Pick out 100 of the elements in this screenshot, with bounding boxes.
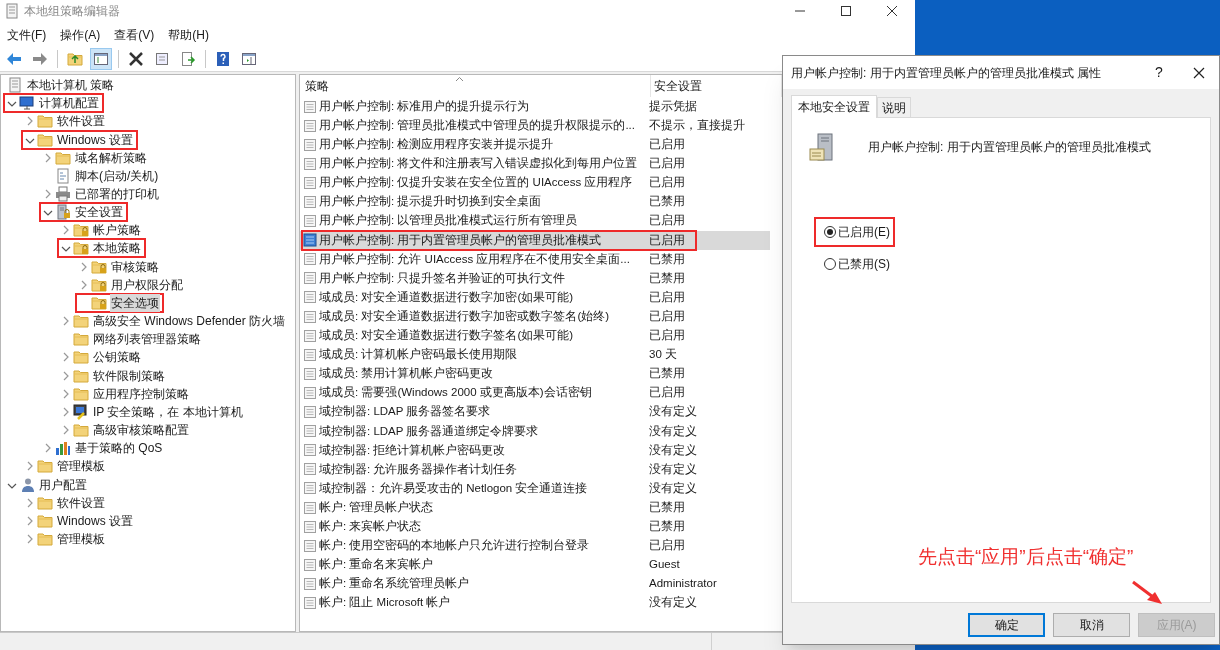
table-cell-text: 不提示，直接提升 bbox=[648, 118, 745, 133]
menu-item[interactable]: 帮助(H) bbox=[161, 24, 216, 46]
table-cell-text: Guest bbox=[648, 557, 680, 573]
help-icon[interactable] bbox=[215, 50, 231, 67]
tree-item[interactable]: 计算机配置 bbox=[38, 94, 100, 113]
folder-icon bbox=[37, 458, 53, 475]
tree-item[interactable]: 应用程序控制策略 bbox=[92, 384, 190, 403]
tab[interactable]: 说明 bbox=[877, 97, 911, 117]
close-icon[interactable] bbox=[1192, 65, 1206, 80]
tree-item[interactable]: Windows 设置 bbox=[56, 130, 134, 149]
table-cell-text: 用户帐户控制: 只提升签名并验证的可执行文件 bbox=[318, 270, 567, 286]
tree-item[interactable]: 安全设置 bbox=[74, 203, 124, 222]
tree-item[interactable]: 域名解析策略 bbox=[74, 148, 148, 167]
folder-icon bbox=[37, 113, 53, 130]
tree-item[interactable]: 用户权限分配 bbox=[110, 275, 184, 294]
tree-item[interactable]: 脚本(启动/关机) bbox=[74, 166, 160, 185]
policy-icon bbox=[303, 538, 317, 553]
table-cell-text: 已禁用 bbox=[648, 270, 685, 286]
tree-item[interactable]: 公钥策略 bbox=[92, 348, 142, 367]
action-pane-icon[interactable] bbox=[241, 50, 257, 67]
properties-icon[interactable] bbox=[154, 50, 170, 67]
folder-icon bbox=[73, 385, 89, 402]
policy-icon bbox=[303, 156, 317, 171]
tree-item[interactable]: 审核策略 bbox=[110, 257, 160, 276]
bar-chart-icon bbox=[55, 440, 71, 457]
radio-button[interactable]: 已禁用(S) bbox=[824, 255, 890, 273]
table-cell-text: 用户帐户控制: 以管理员批准模式运行所有管理员 bbox=[318, 213, 579, 229]
tree-item[interactable]: 高级安全 Windows Defender 防火墙 bbox=[92, 312, 287, 331]
policy-icon bbox=[303, 424, 317, 439]
tree-item[interactable]: 网络列表管理器策略 bbox=[92, 330, 202, 349]
table-cell-text: 域成员: 禁用计算机帐户密码更改 bbox=[318, 366, 495, 382]
folder-icon bbox=[73, 367, 89, 384]
locked-folder-icon bbox=[91, 294, 107, 311]
tree-item[interactable]: 用户配置 bbox=[38, 475, 88, 494]
scroll-icon bbox=[7, 77, 23, 94]
policy-icon bbox=[303, 118, 317, 133]
tree-item[interactable]: 本地计算机 策略 bbox=[26, 76, 116, 95]
table-cell-text: 用户帐户控制: 检测应用程序安装并提示提升 bbox=[318, 137, 555, 153]
policy-icon bbox=[303, 462, 317, 477]
policy-name: 用户帐户控制: 用于内置管理员帐户的管理员批准模式 bbox=[868, 139, 1151, 156]
policy-icon bbox=[303, 385, 317, 400]
tree-item[interactable]: 本地策略 bbox=[92, 239, 142, 258]
maximize-icon[interactable] bbox=[838, 3, 854, 19]
menu-item[interactable]: 操作(A) bbox=[53, 24, 108, 46]
export-list-icon[interactable] bbox=[180, 50, 196, 67]
policy-icon bbox=[303, 214, 317, 229]
table-cell-text: 帐户: 重命名来宾帐户 bbox=[318, 557, 435, 573]
tree-item[interactable]: IP 安全策略，在 本地计算机 bbox=[92, 402, 244, 421]
menu-item[interactable]: 文件(F) bbox=[0, 24, 54, 46]
tree-item[interactable]: 已部署的打印机 bbox=[74, 185, 160, 203]
sort-up-icon[interactable] bbox=[455, 76, 464, 82]
table-cell-text: 用户帐户控制: 标准用户的提升提示行为 bbox=[318, 98, 531, 114]
forward-arrow-icon[interactable] bbox=[32, 50, 48, 67]
table-cell-text: 用户帐户控制: 将文件和注册表写入错误虚拟化到每用户位置 bbox=[318, 156, 639, 172]
column-header[interactable]: 安全设置 bbox=[651, 75, 781, 97]
help-button[interactable]: ? bbox=[1139, 57, 1179, 88]
table-cell-text: 30 天 bbox=[648, 347, 677, 363]
tree-pane-icon[interactable] bbox=[93, 50, 109, 67]
policy-icon bbox=[303, 175, 317, 190]
table-cell-text: 帐户: 管理员帐户状态 bbox=[318, 499, 435, 515]
table-cell-text: 域成员: 对安全通道数据进行数字签名(如果可能) bbox=[318, 328, 575, 344]
tab[interactable]: 本地安全设置 bbox=[791, 95, 877, 118]
close-icon[interactable] bbox=[884, 3, 900, 19]
delete-icon[interactable] bbox=[128, 50, 144, 67]
tree-item[interactable]: 安全选项 bbox=[110, 293, 160, 312]
monitor-key-icon bbox=[73, 403, 89, 420]
dialog-button[interactable]: 取消 bbox=[1053, 613, 1130, 637]
tree-item[interactable]: 软件设置 bbox=[56, 493, 106, 512]
policy-icon bbox=[303, 443, 317, 458]
menu-item[interactable]: 查看(V) bbox=[107, 24, 162, 46]
table-cell-text: 域控制器: LDAP 服务器通道绑定令牌要求 bbox=[318, 423, 540, 439]
printer-icon bbox=[55, 186, 71, 202]
user-icon bbox=[19, 476, 35, 493]
tree-item[interactable]: 软件设置 bbox=[56, 112, 106, 131]
policy-icon bbox=[303, 233, 317, 248]
tree-item[interactable]: 软件限制策略 bbox=[92, 366, 166, 385]
folder-icon bbox=[73, 331, 89, 348]
folder-up-icon[interactable] bbox=[67, 50, 83, 67]
policy-icon bbox=[303, 519, 317, 534]
tree-item[interactable]: 管理模板 bbox=[56, 457, 106, 476]
tree-item[interactable]: 基于策略的 QoS bbox=[74, 439, 164, 458]
tree-item[interactable]: Windows 设置 bbox=[56, 511, 134, 530]
locked-folder-icon bbox=[91, 258, 107, 275]
script-icon bbox=[55, 167, 71, 184]
dialog-button[interactable]: 确定 bbox=[968, 613, 1045, 637]
radio-button[interactable]: 已启用(E) bbox=[824, 223, 890, 241]
computer-icon bbox=[19, 95, 35, 112]
table-cell-text: 用户帐户控制: 管理员批准模式中管理员的提升权限提示的... bbox=[318, 118, 636, 133]
tree-item[interactable]: 帐户策略 bbox=[92, 221, 142, 240]
table-cell-text: 已启用 bbox=[648, 137, 685, 153]
table-cell-text: 已禁用 bbox=[648, 519, 685, 534]
tree-item[interactable]: 高级审核策略配置 bbox=[92, 421, 190, 440]
policy-icon bbox=[303, 576, 317, 591]
folder-icon bbox=[37, 512, 53, 529]
policy-icon bbox=[303, 366, 317, 381]
selected-row[interactable]: 用户帐户控制: 用于内置管理员帐户的管理员批准模式 已启用 bbox=[300, 230, 770, 250]
table-cell-text: 域成员: 计算机帐户密码最长使用期限 bbox=[318, 347, 519, 363]
tree-item[interactable]: 管理模板 bbox=[56, 530, 106, 548]
column-header[interactable]: 策略 bbox=[300, 75, 650, 97]
table-cell-text: 已启用 bbox=[648, 213, 685, 229]
